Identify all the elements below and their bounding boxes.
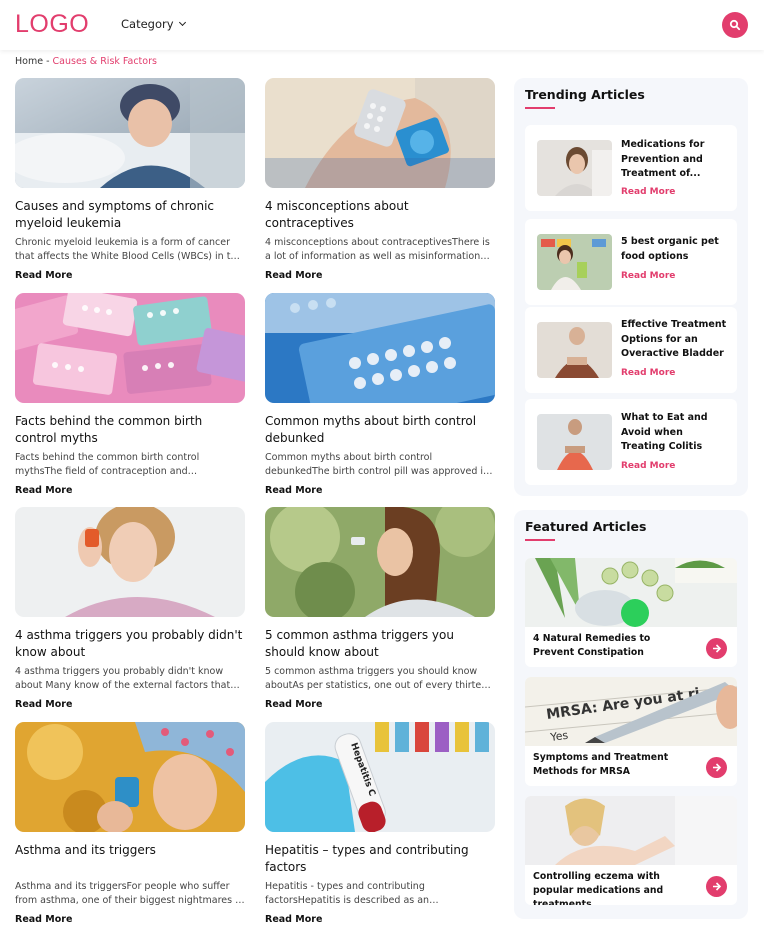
read-more-link[interactable]: Read More (265, 485, 495, 496)
featured-image-mrsa[interactable]: MRSA: Are you at ri Yes (525, 677, 737, 746)
featured-item[interactable]: 4 Natural Remedies to Prevent Constipati… (525, 558, 737, 667)
article-card[interactable]: Hepatitis C Hepatitis – types and contri… (265, 722, 495, 925)
read-more-link[interactable]: Read More (15, 270, 245, 281)
site-header: LOGO Category (0, 0, 764, 50)
read-more-link[interactable]: Read More (15, 485, 245, 496)
trending-thumb[interactable] (537, 414, 612, 470)
category-menu[interactable]: Category (121, 17, 186, 31)
article-image-outdoor-inhaler[interactable] (265, 507, 495, 617)
read-more-link[interactable]: Read More (265, 699, 495, 710)
trending-thumb[interactable] (537, 140, 612, 196)
featured-title[interactable]: Symptoms and Treatment Methods for MRSA (533, 751, 693, 779)
article-card[interactable]: Asthma and its triggers Asthma and its t… (15, 722, 245, 925)
article-image-contraceptives[interactable] (265, 78, 495, 188)
article-image-inhaler-woman[interactable] (15, 507, 245, 617)
read-more-link[interactable]: Read More (621, 187, 675, 197)
arrow-right-icon (713, 763, 722, 772)
mrsa-image-yes: Yes (549, 729, 570, 745)
featured-title[interactable]: 4 Natural Remedies to Prevent Constipati… (533, 632, 693, 660)
article-card[interactable]: Common myths about birth control debunke… (265, 293, 495, 496)
article-image-birth-control-pills[interactable] (15, 293, 245, 403)
heading-underline (525, 539, 555, 541)
article-title[interactable]: Asthma and its triggers (15, 842, 245, 876)
read-more-link[interactable]: Read More (15, 914, 245, 925)
article-image-leukemia[interactable] (15, 78, 245, 188)
trending-title[interactable]: Medications for Prevention and Treatment… (621, 138, 727, 182)
article-card[interactable]: 4 misconceptions about contraceptives 4 … (265, 78, 495, 281)
read-more-link[interactable]: Read More (15, 699, 245, 710)
heading-underline (525, 107, 555, 109)
article-image-hepatitis[interactable]: Hepatitis C (265, 722, 495, 832)
article-card[interactable]: Causes and symptoms of chronic myeloid l… (15, 78, 245, 281)
article-card[interactable]: 4 asthma triggers you probably didn't kn… (15, 507, 245, 710)
article-title[interactable]: 4 asthma triggers you probably didn't kn… (15, 627, 245, 661)
trending-heading: Trending Articles (525, 87, 645, 102)
article-excerpt: Common myths about birth control debunke… (265, 452, 490, 477)
article-excerpt: 5 common asthma triggers you should know… (265, 666, 494, 691)
trending-item[interactable]: Effective Treatment Options for an Overa… (525, 307, 737, 393)
breadcrumb-current[interactable]: Causes & Risk Factors (53, 56, 157, 67)
article-image-blister-pack[interactable] (265, 293, 495, 403)
arrow-right-button[interactable] (706, 876, 727, 897)
search-button[interactable] (722, 12, 748, 38)
featured-image-eczema[interactable] (525, 796, 737, 865)
article-title[interactable]: 4 misconceptions about contraceptives (265, 198, 495, 232)
read-more-link[interactable]: Read More (621, 461, 675, 471)
trending-item[interactable]: Medications for Prevention and Treatment… (525, 125, 737, 211)
trending-item[interactable]: What to Eat and Avoid when Treating Coli… (525, 399, 737, 485)
article-excerpt: Facts behind the common birth control my… (15, 452, 200, 477)
breadcrumb: Home - Causes & Risk Factors (15, 56, 157, 67)
chevron-down-icon (178, 18, 186, 27)
arrow-right-button[interactable] (706, 638, 727, 659)
article-excerpt: Chronic myeloid leukemia is a form of ca… (15, 237, 243, 262)
site-logo[interactable]: LOGO (15, 10, 89, 39)
search-icon (729, 19, 741, 31)
article-excerpt: Asthma and its triggersFor people who su… (15, 881, 243, 906)
trending-item[interactable]: 5 best organic pet food options Read Mor… (525, 219, 737, 305)
article-card[interactable]: 5 common asthma triggers you should know… (265, 507, 495, 710)
trending-panel: Trending Articles Medications for Preven… (514, 78, 748, 496)
article-title[interactable]: Hepatitis – types and contributing facto… (265, 842, 495, 876)
article-excerpt: 4 misconceptions about contraceptivesThe… (265, 237, 490, 262)
trending-title[interactable]: Effective Treatment Options for an Overa… (621, 318, 727, 362)
read-more-link[interactable]: Read More (621, 271, 675, 281)
trending-thumb[interactable] (537, 234, 612, 290)
trending-title[interactable]: What to Eat and Avoid when Treating Coli… (621, 411, 727, 455)
breadcrumb-home[interactable]: Home (15, 56, 43, 67)
article-excerpt: 4 asthma triggers you probably didn't kn… (15, 666, 231, 691)
arrow-right-button[interactable] (706, 757, 727, 778)
read-more-link[interactable]: Read More (265, 270, 495, 281)
featured-item[interactable]: MRSA: Are you at ri Yes Symptoms and Trea… (525, 677, 737, 786)
article-card[interactable]: Facts behind the common birth control my… (15, 293, 245, 496)
arrow-right-icon (713, 644, 722, 653)
category-label: Category (121, 17, 174, 31)
featured-title[interactable]: Controlling eczema with popular medicati… (533, 870, 693, 905)
trending-title[interactable]: 5 best organic pet food options (621, 235, 727, 264)
breadcrumb-separator: - (43, 56, 53, 67)
featured-panel: Featured Articles 4 Natural Remedies to … (514, 510, 748, 919)
article-title[interactable]: Facts behind the common birth control my… (15, 413, 245, 447)
article-title[interactable]: Causes and symptoms of chronic myeloid l… (15, 198, 245, 232)
featured-image-remedies[interactable] (525, 558, 737, 627)
article-excerpt: Hepatitis - types and contributing facto… (265, 881, 430, 906)
arrow-right-icon (713, 882, 722, 891)
article-image-asthma-triggers[interactable] (15, 722, 245, 832)
featured-item[interactable]: Controlling eczema with popular medicati… (525, 796, 737, 905)
article-title[interactable]: 5 common asthma triggers you should know… (265, 627, 495, 661)
article-title[interactable]: Common myths about birth control debunke… (265, 413, 495, 447)
read-more-link[interactable]: Read More (621, 368, 675, 378)
read-more-link[interactable]: Read More (265, 914, 495, 925)
trending-thumb[interactable] (537, 322, 612, 378)
featured-heading: Featured Articles (525, 519, 647, 534)
